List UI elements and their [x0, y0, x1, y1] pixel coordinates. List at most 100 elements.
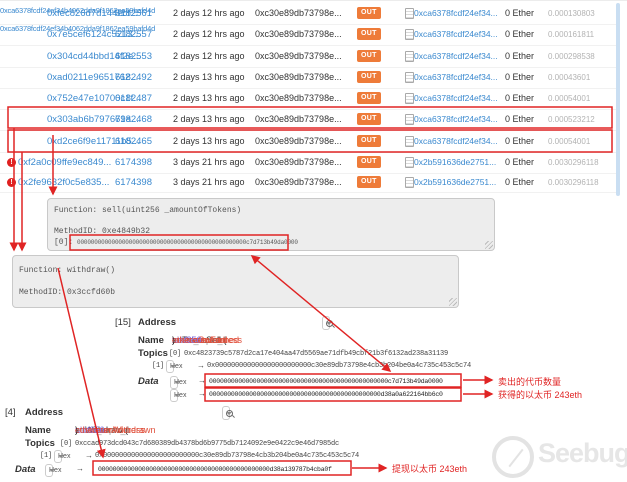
- age-text: 2 days 13 hrs ago: [173, 136, 245, 146]
- txfee-text: 0.00054001: [548, 137, 591, 146]
- block-link[interactable]: 6182465: [115, 131, 152, 152]
- lookup-button[interactable]: [322, 316, 333, 330]
- age-text: 3 days 21 hrs ago: [173, 177, 245, 187]
- from-address: 0xc30e89db73798e...: [255, 29, 342, 39]
- direction-badge: OUT: [357, 71, 381, 83]
- age-text: 2 days 13 hrs ago: [173, 72, 245, 82]
- annotation-eth-earned: 获得的以太币 243eth: [498, 390, 583, 400]
- lookup-button[interactable]: [222, 406, 233, 420]
- contract-icon: [405, 29, 414, 40]
- arrow-glyph: →: [85, 451, 93, 460]
- block-link[interactable]: 6182557: [115, 24, 152, 45]
- data-label: Data: [15, 464, 36, 475]
- chevron-down-icon: [174, 394, 180, 397]
- topic1-value: 0x000000000000000000000000c30e89db73798e…: [95, 452, 360, 460]
- to-address-link[interactable]: 0xca6378fcdf24ef34...: [414, 3, 498, 24]
- from-address: 0xc30e89db73798e...: [255, 93, 342, 103]
- to-address-link[interactable]: 0xca6378fcdf24ef34...: [414, 24, 498, 45]
- param-index: [0]:: [54, 238, 74, 247]
- block-link[interactable]: 6182468: [115, 109, 152, 130]
- address-label: Address: [138, 317, 177, 328]
- param-value: 0000000000000000000000000000000000000000…: [77, 239, 298, 246]
- scrollbar[interactable]: [616, 3, 620, 196]
- contract-icon: [405, 114, 414, 125]
- txfee-text: 0.000298538: [548, 52, 595, 61]
- watermark-text: Seebug: [538, 438, 627, 468]
- value-text: 0 Ether: [505, 93, 535, 103]
- contract-icon: [405, 136, 414, 147]
- to-address-link[interactable]: 0xca6378fcdf24ef34...: [414, 131, 498, 152]
- error-icon: !: [7, 158, 16, 167]
- chevron-down-icon: [49, 469, 55, 472]
- contract-icon: [405, 8, 414, 19]
- from-address: 0xc30e89db73798e...: [255, 114, 342, 124]
- from-address: 0xc30e89db73798e...: [255, 157, 342, 167]
- data-value-eth-withdrawn: 0000000000000000000000000000000000000000…: [98, 466, 332, 473]
- tx-hash-link[interactable]: 0x2fe9632f0c5e835...: [18, 172, 109, 193]
- age-text: 2 days 13 hrs ago: [173, 114, 245, 124]
- hex-dropdown[interactable]: Hex: [166, 360, 182, 373]
- table-row: 0x752e47e10700c1f... 6182487 2 days 13 h…: [0, 88, 616, 110]
- to-address-link[interactable]: 0x2b591636de2751...: [414, 152, 496, 173]
- topic-index: [1]: [152, 362, 165, 370]
- direction-badge: OUT: [357, 50, 381, 62]
- to-address-link[interactable]: 0xca6378fcdf24ef34...: [414, 109, 498, 130]
- block-link[interactable]: 6182492: [115, 67, 152, 88]
- topics-label: Topics: [25, 438, 55, 449]
- block-link[interactable]: 6174398: [115, 172, 152, 193]
- seebug-watermark: Seebug: [488, 434, 627, 482]
- table-row: 0x7e5cef6124c5213... 6182557 2 days 12 h…: [0, 24, 616, 46]
- table-row-sell-tx: 0x303ab6b797679a... 6182468 2 days 13 hr…: [0, 109, 616, 131]
- contract-icon: [405, 93, 414, 104]
- to-address-link[interactable]: 0x2b591636de2751...: [414, 172, 496, 193]
- function-signature: Function: sell(uint256 _amountOfTokens): [54, 206, 242, 215]
- age-text: 2 days 12 hrs ago: [173, 29, 245, 39]
- topic1-value: 0x000000000000000000000000c30e89db73798e…: [207, 362, 472, 370]
- block-link[interactable]: 6174398: [115, 152, 152, 173]
- direction-badge: OUT: [357, 176, 381, 188]
- resize-grip-icon[interactable]: [449, 298, 457, 306]
- direction-badge: OUT: [357, 156, 381, 168]
- txfee-text: 0.000523212: [548, 115, 595, 124]
- chevron-down-icon: [226, 411, 232, 415]
- contract-icon: [405, 72, 414, 83]
- topic-index: [0]: [60, 440, 73, 448]
- chevron-down-icon: [58, 455, 64, 458]
- method-id: MethodID: 0xe4849b32: [54, 227, 151, 236]
- table-row-withdraw-tx: 0xd2ce6f9e11711b5... 6182465 2 days 13 h…: [0, 131, 616, 153]
- data-value-tokens: 0000000000000000000000000000000000000000…: [209, 378, 443, 385]
- event-index: [15]: [115, 317, 131, 328]
- hex-dropdown[interactable]: Hex: [170, 376, 186, 389]
- txfee-text: 0.000161811: [548, 30, 595, 39]
- from-address: 0xc30e89db73798e...: [255, 72, 342, 82]
- arrow-glyph: →: [76, 464, 84, 473]
- hex-dropdown[interactable]: Hex: [170, 389, 186, 402]
- block-link[interactable]: 6182487: [115, 88, 152, 109]
- value-text: 0 Ether: [505, 72, 535, 82]
- value-text: 0 Ether: [505, 136, 535, 146]
- arrow-glyph: →: [198, 376, 206, 385]
- to-address-link[interactable]: 0xca6378fcdf24ef34...: [414, 46, 498, 67]
- table-row: 0x304cd44bbd14f2e... 6182553 2 days 12 h…: [0, 46, 616, 68]
- contract-icon: [405, 177, 414, 188]
- tx-hash-link[interactable]: 0xf2a0c09ffe9ec849...: [18, 152, 111, 173]
- to-address-link[interactable]: 0xca6378fcdf24ef34...: [414, 88, 498, 109]
- hex-dropdown[interactable]: Hex: [54, 450, 70, 463]
- error-icon: !: [7, 178, 16, 187]
- txfee-text: 0.0030296118: [548, 158, 599, 167]
- table-row: ! 0xf2a0c09ffe9ec849... 6174398 3 days 2…: [0, 152, 616, 174]
- to-address-link[interactable]: 0xca6378fcdf24ef34...: [414, 67, 498, 88]
- contract-icon: [405, 157, 414, 168]
- topic0-value: 0xccad973dcd043c7d680389db4378bd6b9775db…: [75, 440, 340, 448]
- seebug-logo-icon: [492, 436, 534, 478]
- resize-grip-icon[interactable]: [485, 241, 493, 249]
- value-text: 0 Ether: [505, 177, 535, 187]
- function-signature: Function: withdraw(): [19, 266, 116, 275]
- method-id: MethodID: 0x3ccfd60b: [19, 288, 116, 297]
- value-text: 0 Ether: [505, 51, 535, 61]
- age-text: 2 days 12 hrs ago: [173, 8, 245, 18]
- block-link[interactable]: 6182561: [115, 3, 152, 24]
- hex-dropdown[interactable]: Hex: [45, 464, 61, 477]
- block-link[interactable]: 6182553: [115, 46, 152, 67]
- value-text: 0 Ether: [505, 157, 535, 167]
